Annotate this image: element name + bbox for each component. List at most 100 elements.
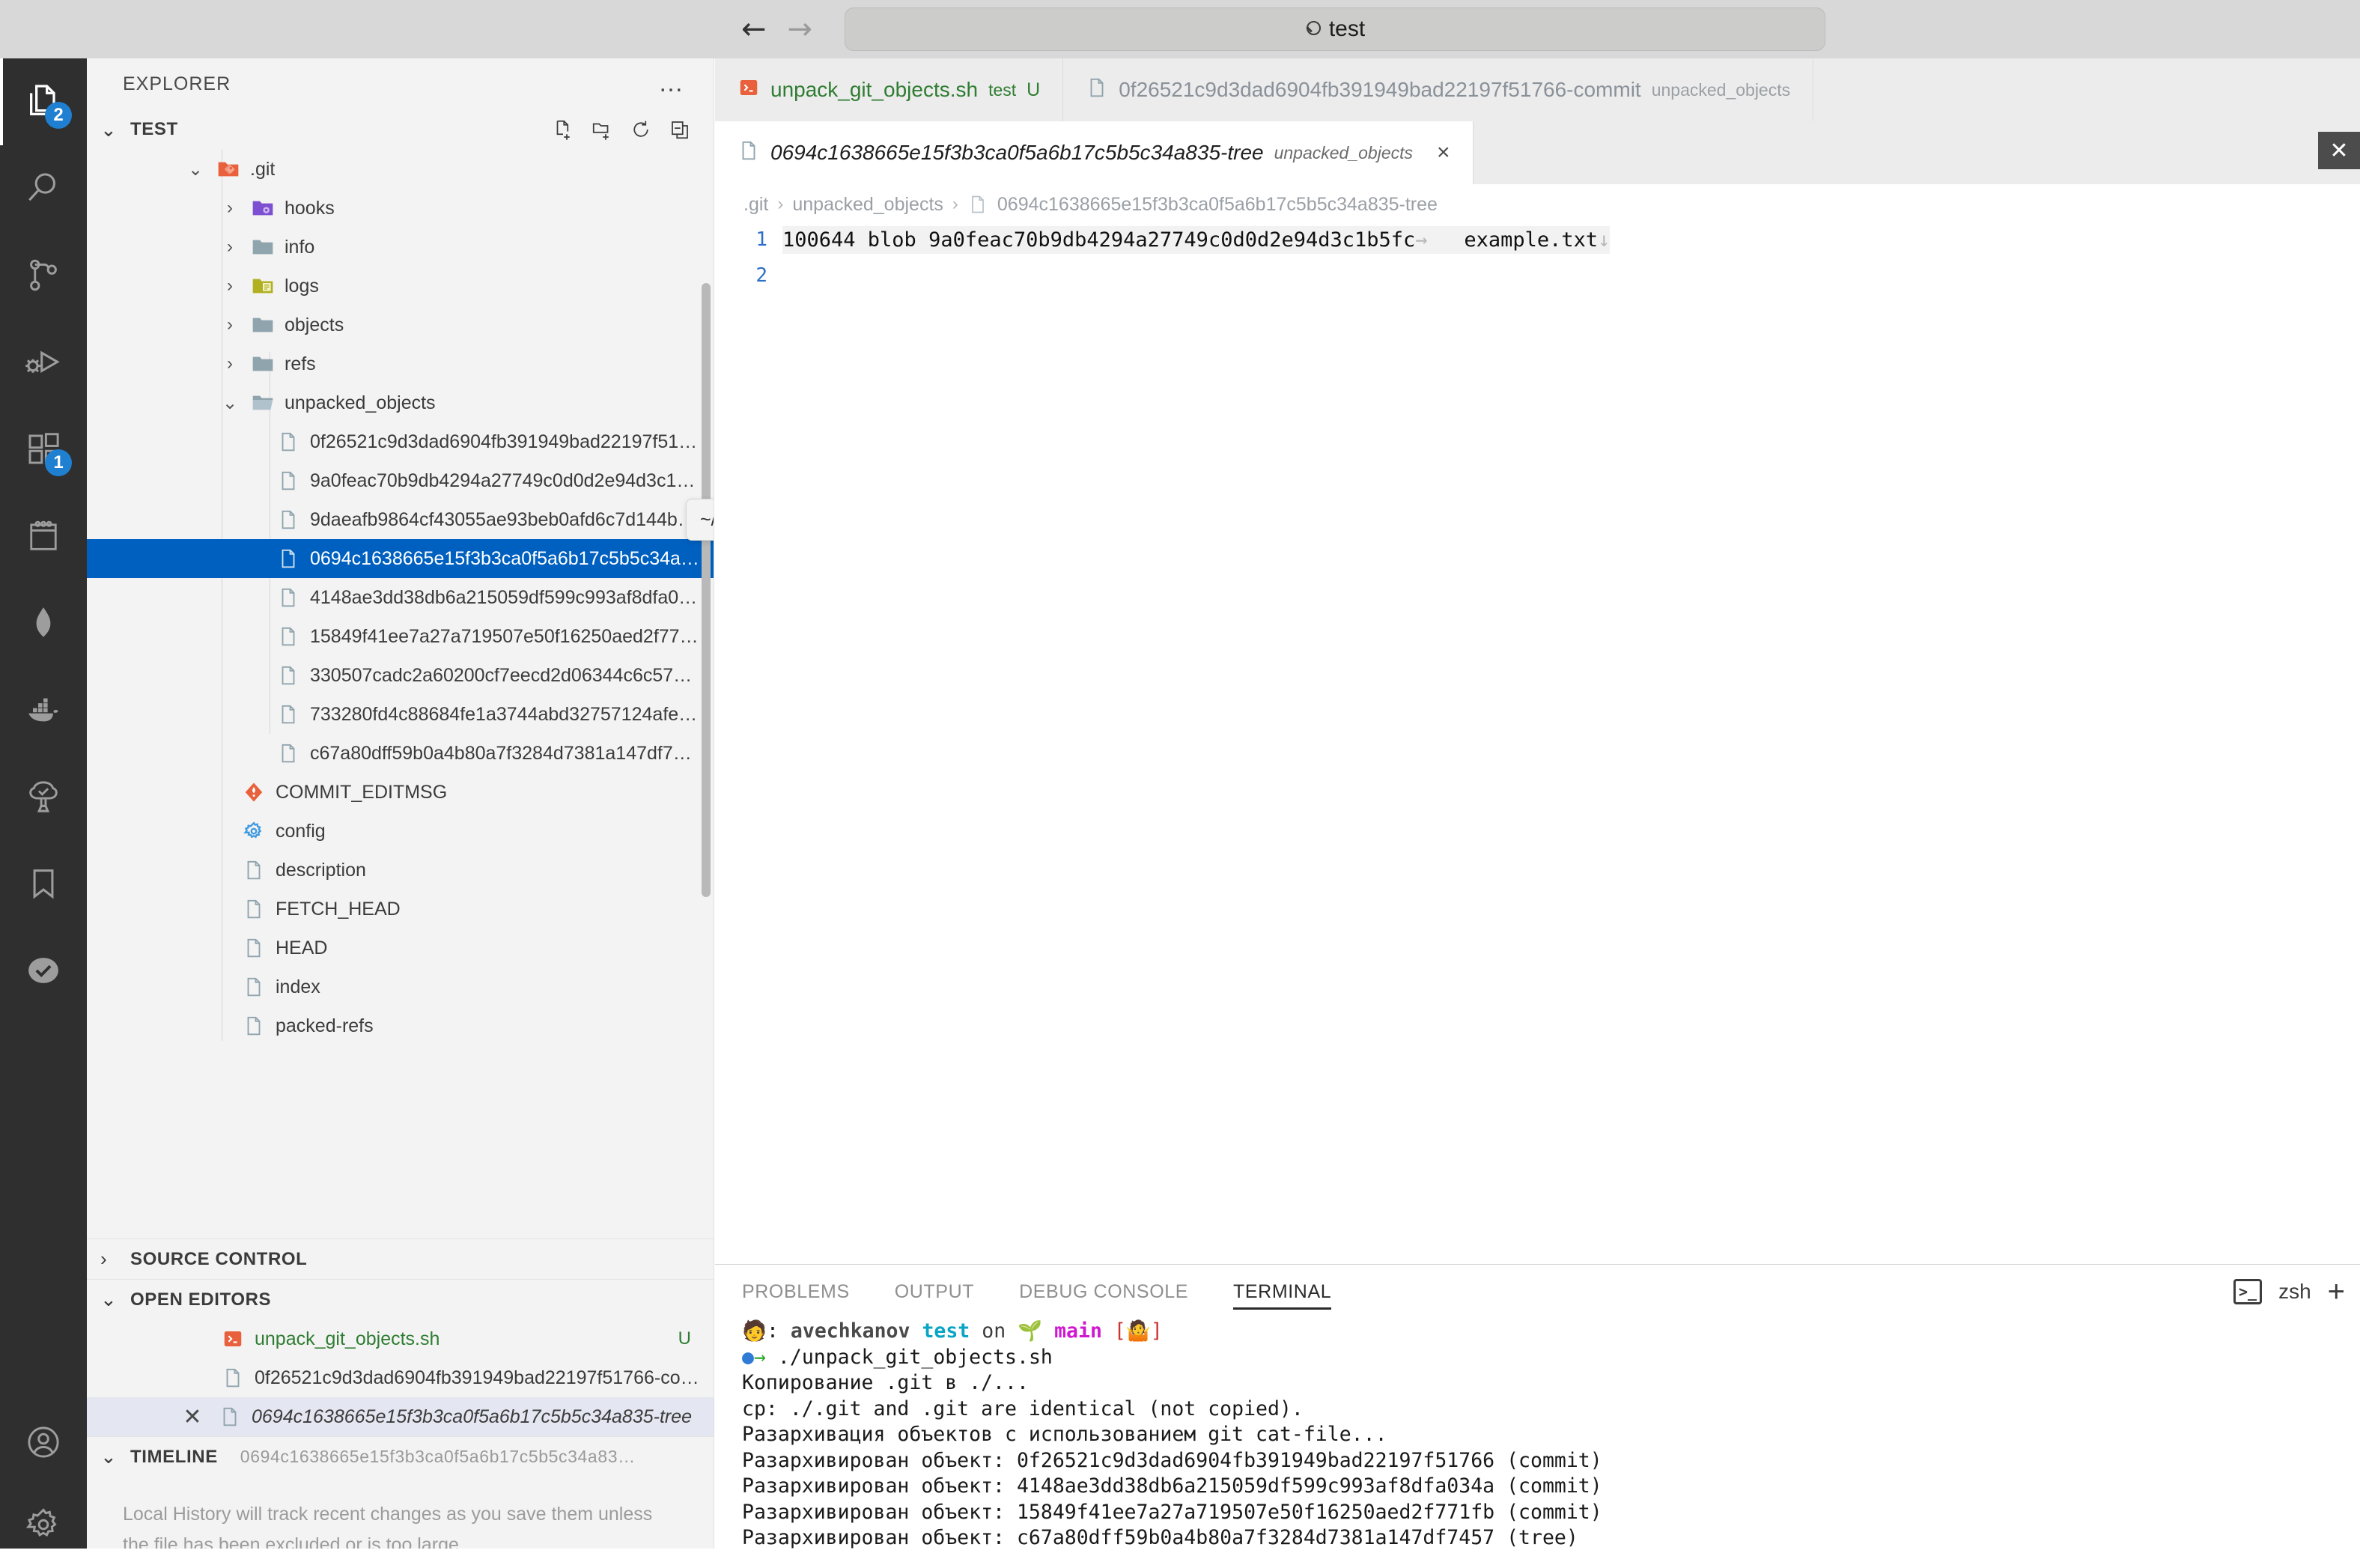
prompt-badge: [🤷] [1114,1319,1163,1343]
section-timeline[interactable]: ⌄ TIMELINE 0694c1638665e15f3b3ca0f5a6b17… [87,1436,714,1477]
section-open-editors[interactable]: ⌄ OPEN EDITORS [87,1279,714,1319]
tree-item-object-file[interactable]: 9daeafb9864cf43055ae93beb0afd6c7d144bfa4… [87,500,714,539]
file-icon [243,976,265,998]
breadcrumb-item-git[interactable]: .git [743,194,768,216]
activity-item-bookmarks[interactable] [0,840,87,927]
file-icon [276,507,301,532]
tree-item-label: index [276,976,320,998]
tree-item-description[interactable]: description [87,851,714,890]
close-editor-group-icon[interactable]: ✕ [2318,132,2360,169]
breadcrumb-item-file[interactable]: 0694c1638665e15f3b3ca0f5a6b17c5b5c34a835… [997,194,1438,216]
new-terminal-icon[interactable]: + [2328,1280,2345,1304]
activity-item-docker[interactable] [0,666,87,753]
line-number: 1 [715,228,782,251]
tree-item-fetch-head[interactable]: FETCH_HEAD [87,890,714,929]
activity-item-manage[interactable] [0,1481,87,1568]
sidebar-scrollbar[interactable] [702,283,711,897]
tree-item-index[interactable]: index [87,967,714,1006]
activity-item-testing[interactable] [0,927,87,1014]
open-editor-item-active[interactable]: ✕ 0694c1638665e15f3b3ca0f5a6b17c5b5c34a8… [87,1397,714,1436]
tree-item-config[interactable]: config [87,812,714,851]
tab-git-status: U [1027,79,1040,101]
file-icon [276,741,301,766]
activity-item-sonarlint[interactable] [0,753,87,840]
tree-item-label: FETCH_HEAD [276,899,401,920]
panel-tab-problems[interactable]: PROBLEMS [742,1265,850,1319]
activity-item-accounts[interactable] [0,1399,87,1486]
code-line-tail: example.txt [1464,228,1598,252]
tree-item-refs[interactable]: › refs [87,344,714,383]
back-icon[interactable]: ← [741,14,767,44]
file-icon [222,1367,244,1389]
editor-tab-unpack-git-objects[interactable]: unpack_git_objects.sh test U [715,58,1063,121]
tree-item-packed-refs[interactable]: packed-refs [87,1006,714,1045]
tree-item-object-file[interactable]: 0f26521c9d3dad6904fb391949bad22197f51766… [87,422,714,461]
terminal-shell-label[interactable]: zsh [2278,1280,2311,1304]
status-dot-icon: ● [742,1346,754,1369]
panel-tab-debug-console[interactable]: DEBUG CONSOLE [1019,1265,1188,1319]
tree-item-object-file[interactable]: 330507cadc2a60200cf7eecd2d06344c6c576d51… [87,656,714,695]
new-file-icon[interactable] [552,118,574,141]
section-label: SOURCE CONTROL [130,1249,307,1270]
panel-tab-output[interactable]: OUTPUT [895,1265,974,1319]
new-folder-icon[interactable] [591,118,613,141]
activity-item-run-and-debug[interactable] [0,319,87,406]
terminal-output[interactable]: 🧑: avechkanov test on 🌱 main [🤷] ●→ ./un… [742,1319,2360,1549]
file-icon [967,194,988,215]
line-number: 2 [715,264,782,287]
tree-item-git[interactable]: ⌄ .git [87,150,714,189]
tree-item-label: 9a0feac70b9db4294a27749c0d0d2e94d3c1b5fc… [310,470,699,492]
tree-item-objects[interactable]: › objects [87,306,714,344]
activity-item-source-control[interactable] [0,232,87,319]
open-editor-item[interactable]: 0f26521c9d3dad6904fb391949bad22197f51766… [87,1358,714,1397]
tree-item-logs[interactable]: › logs [87,267,714,306]
section-source-control[interactable]: › SOURCE CONTROL [87,1239,714,1279]
open-editor-item[interactable]: unpack_git_objects.sh U [87,1319,714,1358]
account-icon [23,1422,64,1462]
activity-item-explorer[interactable]: 2 [0,58,87,145]
tree-item-object-file[interactable]: c67a80dff59b0a4b80a7f3284d7381a147df7457… [87,734,714,773]
git-folder-icon [216,157,241,182]
tree-item-info[interactable]: › info [87,228,714,267]
terminal-line: Разархивация объектов с использованием g… [742,1423,1387,1446]
git-folder-icon [216,157,240,181]
bookmark-icon [24,864,63,903]
close-icon[interactable]: × [1437,140,1450,165]
code-editor[interactable]: 1 100644 blob 9a0feac70b9db4294a27749c0d… [715,225,2360,1264]
path-tooltip: ~/Desktop/test/.git/unpacked_objects [686,499,714,541]
activity-item-extensions[interactable]: 1 [0,406,87,493]
quick-search-input[interactable]: test [845,7,1825,51]
activity-item-mongodb[interactable] [0,580,87,666]
explorer-more-actions-icon[interactable]: … [658,79,685,89]
refresh-icon[interactable] [630,118,652,141]
tree-item-object-file[interactable]: 733280fd4c88684fe1a3744abd32757124afeda9… [87,695,714,734]
terminal-command-text: ./unpack_git_objects.sh [778,1346,1053,1369]
collapse-all-icon[interactable] [669,118,691,141]
breadcrumb-item-unpacked-objects[interactable]: unpacked_objects [792,194,943,216]
tree-item-head[interactable]: HEAD [87,929,714,967]
file-icon [219,1406,241,1428]
editor-tab-tree-object-active[interactable]: 0694c1638665e15f3b3ca0f5a6b17c5b5c34a835… [715,121,1474,184]
tree-item-label: info [285,237,314,258]
tree-item-hooks[interactable]: › hooks [87,189,714,228]
tree-check-icon [23,777,64,817]
tree-item-object-file[interactable]: 4148ae3dd38db6a215059df599c993af8dfa034a… [87,578,714,617]
tree-item-unpacked-objects[interactable]: ⌄ unpacked_objects [87,383,714,422]
tree-item-commit-editmsg[interactable]: COMMIT_EDITMSG [87,773,714,812]
file-icon [1086,76,1108,104]
activity-item-todo[interactable] [0,493,87,580]
folder-section-header[interactable]: ⌄ TEST [87,109,714,150]
panel-tab-terminal[interactable]: TERMINAL [1233,1265,1331,1319]
close-icon[interactable]: ✕ [177,1404,208,1430]
terminal-line: cp: ./.git and .git are identical (not c… [742,1397,1304,1420]
tree-item-object-file-selected[interactable]: 0694c1638665e15f3b3ca0f5a6b17c5b5c34a835… [87,539,714,578]
logs-folder-icon [251,274,275,298]
tree-item-object-file[interactable]: 15849f41ee7a27a719507e50f16250aed2f771fb… [87,617,714,656]
forward-icon[interactable]: → [788,14,813,44]
editor-tab-commit-object[interactable]: 0f26521c9d3dad6904fb391949bad22197f51766… [1063,58,1813,121]
tree-item-object-file[interactable]: 9a0feac70b9db4294a27749c0d0d2e94d3c1b5fc… [87,461,714,500]
terminal-line: Разархивирован объект: c67a80dff59b0a4b8… [742,1526,1578,1549]
file-icon [241,1013,267,1039]
activity-item-search[interactable] [0,145,87,232]
chevron-right-icon: › [219,276,241,297]
